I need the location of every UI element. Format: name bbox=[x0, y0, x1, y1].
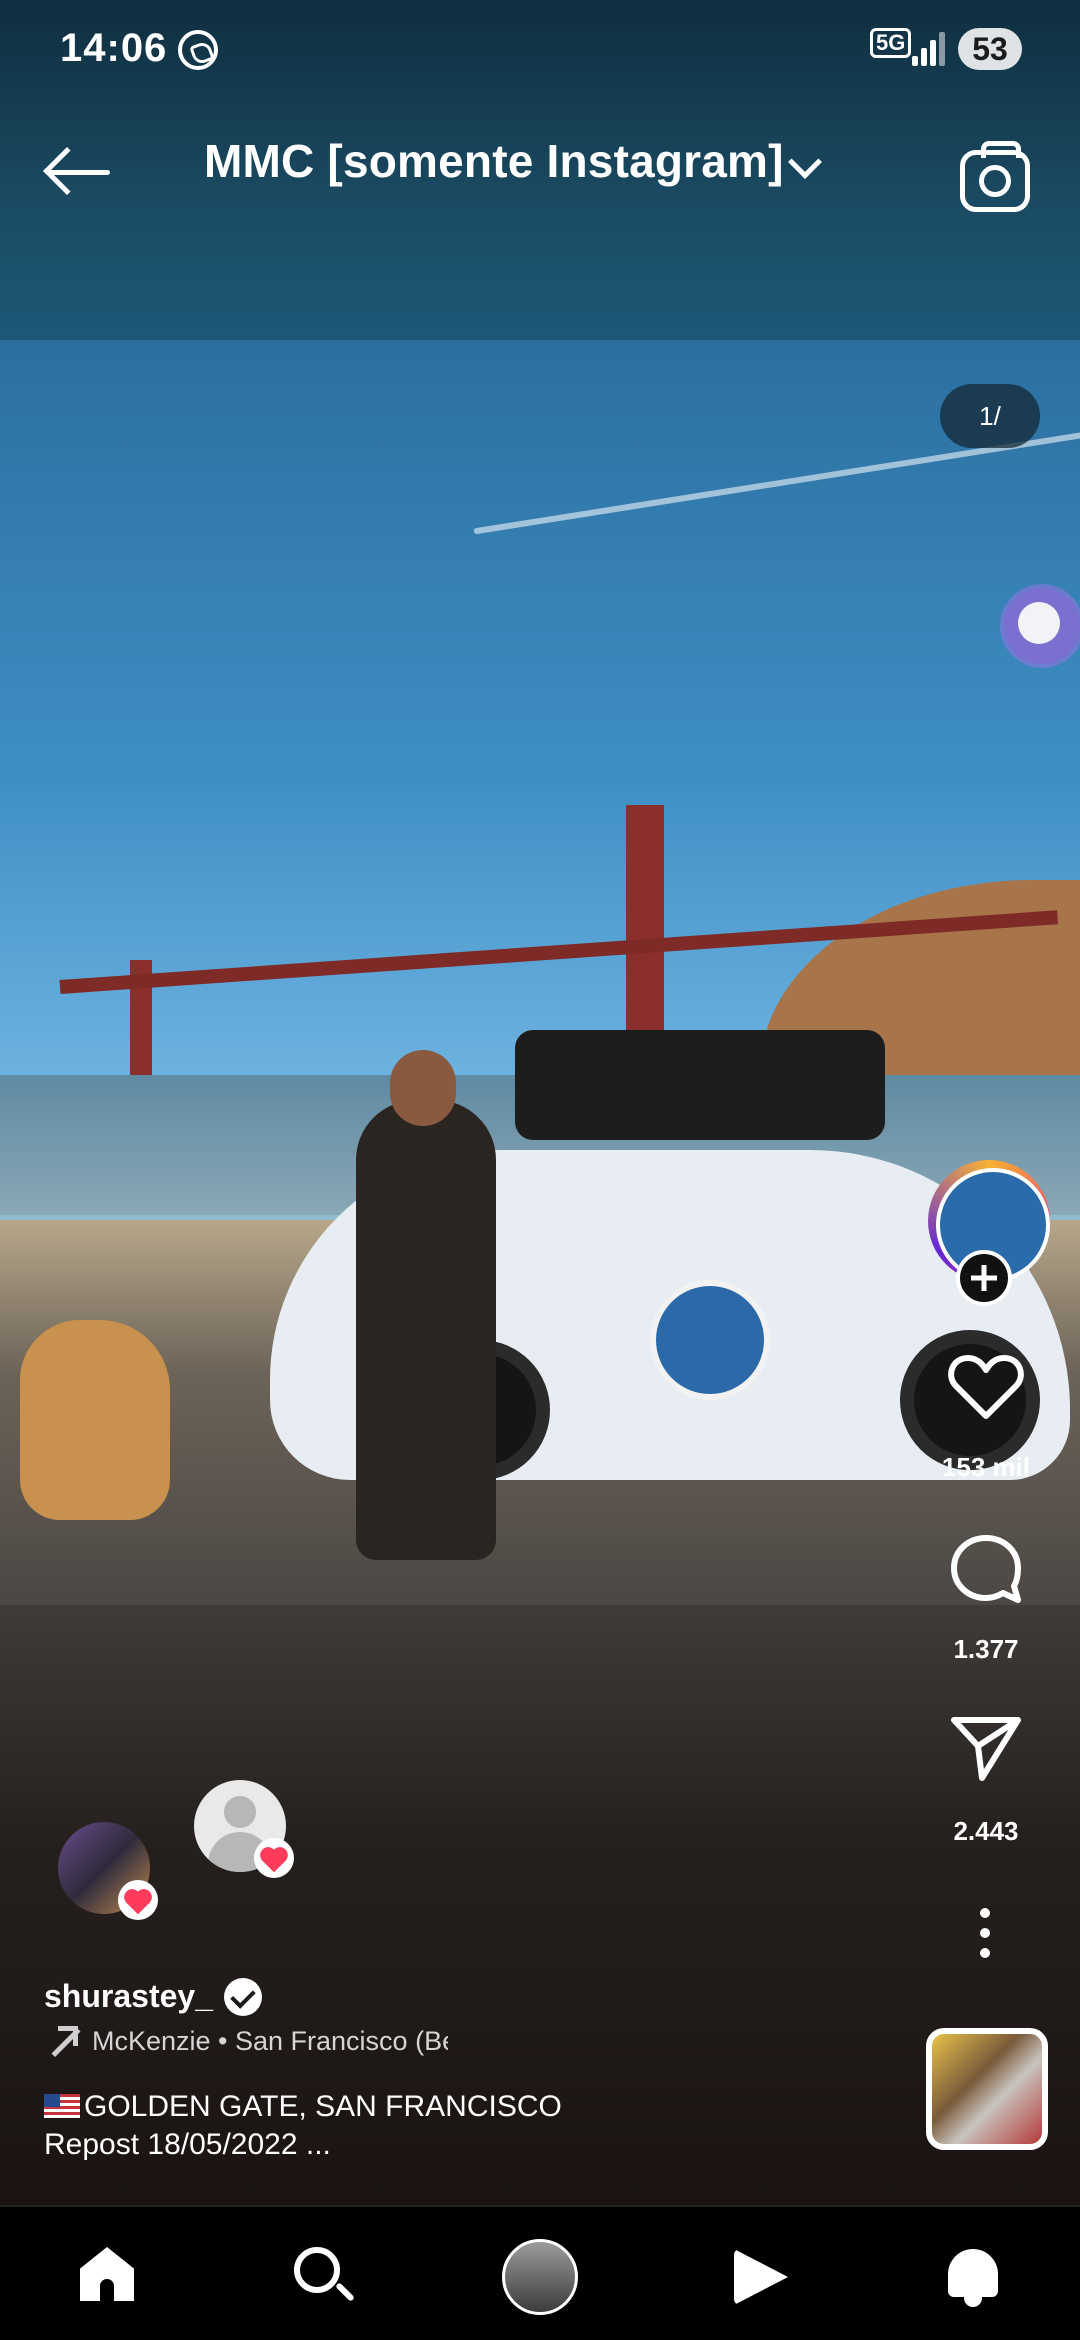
comment-count[interactable]: 1.377 bbox=[900, 1634, 1072, 1665]
floating-bubble-icon[interactable] bbox=[1004, 588, 1080, 664]
share-send-icon[interactable] bbox=[948, 1712, 1024, 1782]
us-flag-icon bbox=[44, 2094, 80, 2118]
caption-line-2[interactable]: Repost 18/05/2022 ... bbox=[44, 2128, 331, 2162]
profile-avatar[interactable] bbox=[502, 2239, 578, 2315]
status-bar: 14:06 5G 53 bbox=[0, 0, 1080, 100]
person bbox=[356, 1050, 496, 1560]
network-type: 5G bbox=[870, 28, 912, 58]
signal-icon bbox=[912, 32, 946, 66]
audio-thumbnail[interactable] bbox=[926, 2028, 1048, 2150]
share-count[interactable]: 2.443 bbox=[900, 1816, 1072, 1847]
arrow-up-right-icon bbox=[44, 2024, 81, 2058]
roof-box bbox=[515, 1030, 885, 1140]
heart-icon bbox=[254, 1838, 294, 1878]
page-indicator: 1/ bbox=[940, 384, 1040, 448]
heart-icon bbox=[118, 1880, 158, 1920]
back-arrow-icon[interactable] bbox=[42, 144, 114, 200]
status-time: 14:06 bbox=[60, 26, 168, 70]
post-username[interactable]: shurastey_ bbox=[44, 1978, 213, 2015]
whatsapp-icon bbox=[178, 30, 218, 70]
bottom-nav bbox=[0, 2205, 1080, 2340]
notifications-icon[interactable] bbox=[940, 2243, 1006, 2309]
camera-icon[interactable] bbox=[960, 141, 1030, 212]
caption-line-1: GOLDEN GATE, SAN FRANCISCO bbox=[44, 2090, 562, 2124]
car-emblem bbox=[650, 1280, 770, 1400]
home-icon[interactable] bbox=[74, 2243, 140, 2309]
more-options-icon[interactable] bbox=[980, 1908, 992, 1958]
caption-date: Repost 18/05/2022 bbox=[44, 2128, 298, 2161]
chevron-down-icon[interactable] bbox=[788, 145, 822, 179]
battery-icon: 53 bbox=[958, 28, 1022, 70]
caption-text: GOLDEN GATE, SAN FRANCISCO bbox=[84, 2090, 562, 2123]
more-link[interactable]: ... bbox=[306, 2128, 331, 2161]
search-icon[interactable] bbox=[290, 2243, 356, 2309]
reels-icon[interactable] bbox=[726, 2243, 792, 2309]
dog bbox=[20, 1320, 170, 1520]
follow-plus-icon[interactable] bbox=[956, 1250, 1012, 1306]
music-label[interactable]: McKenzie • San Francisco (Be bbox=[92, 2026, 448, 2057]
like-count[interactable]: 153 mil bbox=[900, 1452, 1072, 1483]
verified-badge-icon bbox=[224, 1978, 262, 2016]
feed-title[interactable]: MMC [somente Instagram] bbox=[204, 134, 784, 188]
bridge-tower bbox=[626, 805, 664, 1035]
post-photo[interactable] bbox=[0, 340, 1080, 1605]
comment-icon[interactable] bbox=[948, 1532, 1024, 1608]
reel-screen: 14:06 5G 53 MMC [somente Instagram] 1/ s… bbox=[0, 0, 1080, 2340]
top-bar: MMC [somente Instagram] bbox=[0, 110, 1080, 230]
like-heart-icon[interactable] bbox=[948, 1352, 1024, 1422]
